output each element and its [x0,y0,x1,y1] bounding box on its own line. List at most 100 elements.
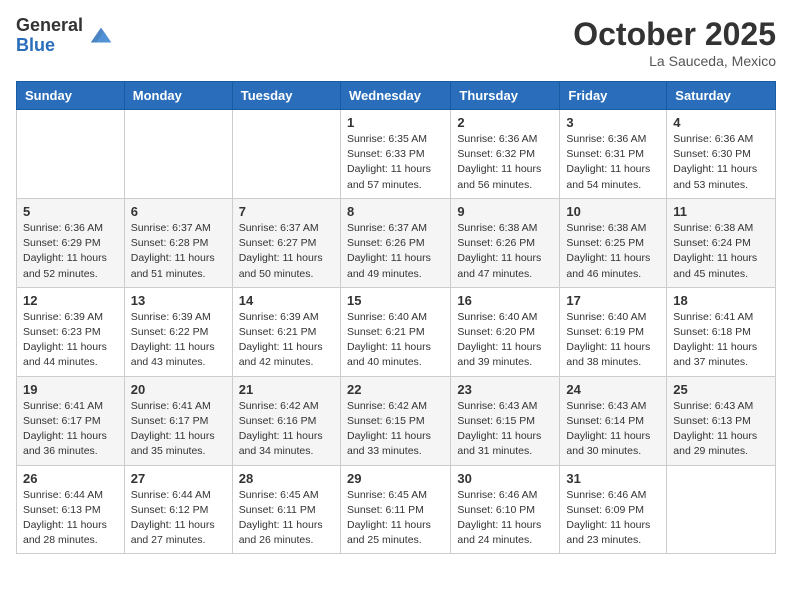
day-info: Sunrise: 6:36 AM Sunset: 6:30 PM Dayligh… [673,132,769,193]
calendar-week-5: 26 Sunrise: 6:44 AM Sunset: 6:13 PM Dayl… [17,465,776,554]
daylight-text: Daylight: 11 hours and 28 minutes. [23,519,107,546]
daylight-text: Daylight: 11 hours and 26 minutes. [239,519,323,546]
daylight-text: Daylight: 11 hours and 40 minutes. [347,341,431,368]
day-info: Sunrise: 6:35 AM Sunset: 6:33 PM Dayligh… [347,132,444,193]
daylight-text: Daylight: 11 hours and 43 minutes. [131,341,215,368]
day-number: 13 [131,293,226,308]
calendar-week-4: 19 Sunrise: 6:41 AM Sunset: 6:17 PM Dayl… [17,376,776,465]
page-header: General Blue October 2025 La Sauceda, Me… [16,16,776,69]
daylight-text: Daylight: 11 hours and 45 minutes. [673,252,757,279]
day-number: 22 [347,382,444,397]
logo-general: General [16,16,83,36]
logo: General Blue [16,16,115,56]
calendar-cell: 10 Sunrise: 6:38 AM Sunset: 6:25 PM Dayl… [560,198,667,287]
day-number: 2 [457,115,553,130]
day-info: Sunrise: 6:45 AM Sunset: 6:11 PM Dayligh… [347,488,444,549]
day-info: Sunrise: 6:39 AM Sunset: 6:21 PM Dayligh… [239,310,334,371]
month-title: October 2025 [573,16,776,53]
sunset-text: Sunset: 6:14 PM [566,415,644,427]
sunset-text: Sunset: 6:28 PM [131,237,209,249]
day-number: 3 [566,115,660,130]
daylight-text: Daylight: 11 hours and 33 minutes. [347,430,431,457]
sunrise-text: Sunrise: 6:36 AM [566,133,646,145]
sunrise-text: Sunrise: 6:44 AM [23,489,103,501]
sunset-text: Sunset: 6:25 PM [566,237,644,249]
sunrise-text: Sunrise: 6:35 AM [347,133,427,145]
day-number: 31 [566,471,660,486]
sunset-text: Sunset: 6:21 PM [347,326,425,338]
calendar-cell: 30 Sunrise: 6:46 AM Sunset: 6:10 PM Dayl… [451,465,560,554]
sunrise-text: Sunrise: 6:36 AM [673,133,753,145]
daylight-text: Daylight: 11 hours and 30 minutes. [566,430,650,457]
day-number: 21 [239,382,334,397]
day-of-week-tuesday: Tuesday [232,82,340,110]
calendar-cell: 16 Sunrise: 6:40 AM Sunset: 6:20 PM Dayl… [451,287,560,376]
sunset-text: Sunset: 6:15 PM [347,415,425,427]
sunset-text: Sunset: 6:16 PM [239,415,317,427]
day-info: Sunrise: 6:46 AM Sunset: 6:09 PM Dayligh… [566,488,660,549]
daylight-text: Daylight: 11 hours and 44 minutes. [23,341,107,368]
day-number: 20 [131,382,226,397]
day-number: 14 [239,293,334,308]
logo-icon [87,22,115,50]
sunrise-text: Sunrise: 6:42 AM [239,400,319,412]
day-number: 8 [347,204,444,219]
sunrise-text: Sunrise: 6:38 AM [673,222,753,234]
sunset-text: Sunset: 6:26 PM [457,237,535,249]
calendar-cell: 25 Sunrise: 6:43 AM Sunset: 6:13 PM Dayl… [667,376,776,465]
daylight-text: Daylight: 11 hours and 25 minutes. [347,519,431,546]
sunrise-text: Sunrise: 6:45 AM [239,489,319,501]
day-info: Sunrise: 6:40 AM Sunset: 6:20 PM Dayligh… [457,310,553,371]
sunrise-text: Sunrise: 6:46 AM [566,489,646,501]
sunset-text: Sunset: 6:13 PM [23,504,101,516]
day-info: Sunrise: 6:39 AM Sunset: 6:23 PM Dayligh… [23,310,118,371]
calendar-cell: 26 Sunrise: 6:44 AM Sunset: 6:13 PM Dayl… [17,465,125,554]
sunrise-text: Sunrise: 6:46 AM [457,489,537,501]
day-info: Sunrise: 6:36 AM Sunset: 6:32 PM Dayligh… [457,132,553,193]
day-info: Sunrise: 6:46 AM Sunset: 6:10 PM Dayligh… [457,488,553,549]
sunrise-text: Sunrise: 6:40 AM [457,311,537,323]
calendar-week-3: 12 Sunrise: 6:39 AM Sunset: 6:23 PM Dayl… [17,287,776,376]
day-info: Sunrise: 6:38 AM Sunset: 6:25 PM Dayligh… [566,221,660,282]
day-number: 23 [457,382,553,397]
sunset-text: Sunset: 6:31 PM [566,148,644,160]
daylight-text: Daylight: 11 hours and 52 minutes. [23,252,107,279]
day-number: 4 [673,115,769,130]
calendar-table: SundayMondayTuesdayWednesdayThursdayFrid… [16,81,776,554]
day-of-week-monday: Monday [124,82,232,110]
day-info: Sunrise: 6:43 AM Sunset: 6:14 PM Dayligh… [566,399,660,460]
sunrise-text: Sunrise: 6:36 AM [23,222,103,234]
calendar-header-row: SundayMondayTuesdayWednesdayThursdayFrid… [17,82,776,110]
sunset-text: Sunset: 6:29 PM [23,237,101,249]
daylight-text: Daylight: 11 hours and 38 minutes. [566,341,650,368]
day-of-week-thursday: Thursday [451,82,560,110]
day-number: 7 [239,204,334,219]
sunset-text: Sunset: 6:22 PM [131,326,209,338]
sunrise-text: Sunrise: 6:43 AM [566,400,646,412]
calendar-cell: 19 Sunrise: 6:41 AM Sunset: 6:17 PM Dayl… [17,376,125,465]
day-info: Sunrise: 6:37 AM Sunset: 6:26 PM Dayligh… [347,221,444,282]
calendar-cell [232,110,340,199]
daylight-text: Daylight: 11 hours and 54 minutes. [566,163,650,190]
day-number: 30 [457,471,553,486]
calendar-cell: 14 Sunrise: 6:39 AM Sunset: 6:21 PM Dayl… [232,287,340,376]
day-of-week-sunday: Sunday [17,82,125,110]
calendar-week-2: 5 Sunrise: 6:36 AM Sunset: 6:29 PM Dayli… [17,198,776,287]
location: La Sauceda, Mexico [573,53,776,69]
calendar-cell: 17 Sunrise: 6:40 AM Sunset: 6:19 PM Dayl… [560,287,667,376]
calendar-cell: 15 Sunrise: 6:40 AM Sunset: 6:21 PM Dayl… [340,287,450,376]
day-of-week-wednesday: Wednesday [340,82,450,110]
sunrise-text: Sunrise: 6:39 AM [23,311,103,323]
day-number: 10 [566,204,660,219]
sunset-text: Sunset: 6:32 PM [457,148,535,160]
daylight-text: Daylight: 11 hours and 42 minutes. [239,341,323,368]
title-block: October 2025 La Sauceda, Mexico [573,16,776,69]
sunrise-text: Sunrise: 6:44 AM [131,489,211,501]
sunset-text: Sunset: 6:18 PM [673,326,751,338]
daylight-text: Daylight: 11 hours and 35 minutes. [131,430,215,457]
sunset-text: Sunset: 6:11 PM [347,504,424,516]
daylight-text: Daylight: 11 hours and 57 minutes. [347,163,431,190]
calendar-cell: 18 Sunrise: 6:41 AM Sunset: 6:18 PM Dayl… [667,287,776,376]
calendar-cell: 13 Sunrise: 6:39 AM Sunset: 6:22 PM Dayl… [124,287,232,376]
daylight-text: Daylight: 11 hours and 29 minutes. [673,430,757,457]
